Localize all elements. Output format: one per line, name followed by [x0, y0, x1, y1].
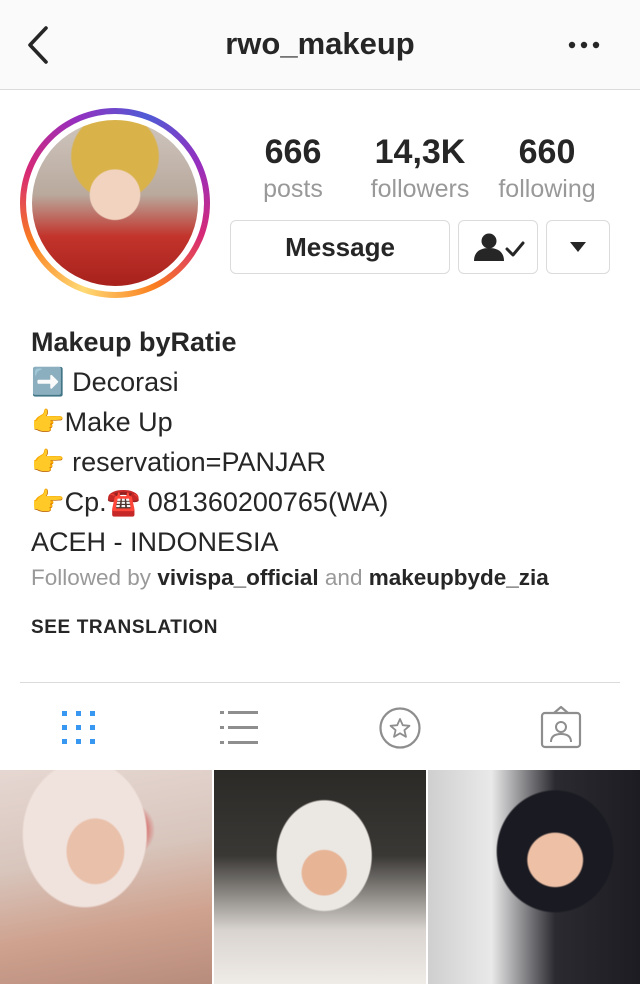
- following-button[interactable]: [458, 220, 538, 274]
- see-translation-link[interactable]: SEE TRANSLATION: [31, 617, 218, 639]
- posts-label: posts: [263, 175, 323, 203]
- followers-label: followers: [370, 175, 470, 203]
- bio-line-contact[interactable]: 👉Cp.☎️ 081360200765(WA): [31, 482, 621, 522]
- top-nav-bar: rwo_makeup: [0, 0, 640, 90]
- followers-stat[interactable]: 14,3K followers: [362, 132, 478, 204]
- grid-icon[interactable]: [56, 705, 102, 751]
- caret-down-icon: [570, 242, 586, 252]
- followed-by-text: Followed by vivispa_official and makeupb…: [31, 565, 549, 591]
- post-thumbnail[interactable]: [214, 770, 426, 984]
- posts-grid: [0, 770, 640, 984]
- following-stat[interactable]: 660 following: [490, 132, 604, 204]
- bio-line-makeup: 👉Make Up: [31, 407, 173, 437]
- person-check-icon: [474, 233, 525, 261]
- bio-line-decorasi: ➡️ Decorasi: [31, 367, 179, 397]
- profile-display-name: Makeup byRatie: [31, 327, 237, 357]
- post-thumbnail[interactable]: [0, 770, 212, 984]
- message-button[interactable]: Message: [230, 220, 450, 274]
- posts-count: 666: [264, 133, 322, 171]
- more-horizontal-icon[interactable]: [562, 28, 606, 62]
- bio-line-reservation: 👉 reservation=PANJAR: [31, 447, 326, 477]
- profile-view-tabs: [20, 682, 620, 771]
- star-circle-icon[interactable]: [377, 705, 423, 751]
- page-title: rwo_makeup: [225, 26, 415, 61]
- profile-avatar[interactable]: [20, 108, 210, 298]
- followed-by-user-2[interactable]: makeupbyde_zia: [369, 565, 549, 590]
- list-icon[interactable]: [216, 705, 262, 751]
- posts-stat[interactable]: 666 posts: [248, 132, 338, 204]
- post-thumbnail[interactable]: [428, 770, 640, 984]
- avatar-photo: [32, 120, 198, 286]
- followed-by-and: and: [324, 565, 363, 590]
- bio-line-location: ACEH - INDONESIA: [31, 527, 279, 557]
- followed-by-user-1[interactable]: vivispa_official: [157, 565, 318, 590]
- followers-count: 14,3K: [374, 133, 466, 171]
- following-label: following: [498, 175, 596, 203]
- profile-bio: Makeup byRatie ➡️ Decorasi 👉Make Up 👉 re…: [31, 322, 621, 562]
- followed-by-prefix: Followed by: [31, 565, 152, 590]
- avatar-border: [26, 114, 204, 292]
- tagged-person-icon[interactable]: [538, 705, 584, 751]
- suggestions-dropdown-button[interactable]: [546, 220, 610, 274]
- following-count: 660: [518, 133, 576, 171]
